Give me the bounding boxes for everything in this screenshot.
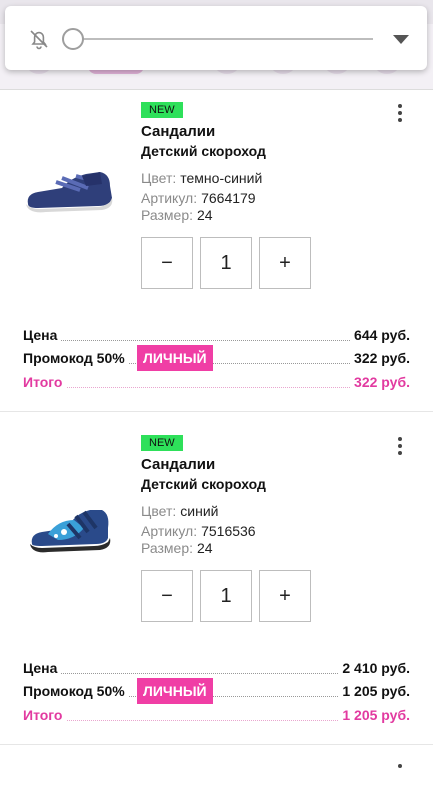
new-badge: NEW — [141, 102, 183, 118]
promo-label: Промокод 50% — [23, 350, 129, 366]
promo-row: Промокод 50% 1 205 руб. — [23, 683, 410, 701]
product-title[interactable]: Сандалии — [141, 123, 215, 140]
volume-overlay — [5, 6, 427, 70]
total-row: Итого 1 205 руб. — [23, 707, 410, 725]
chevron-down-icon[interactable] — [393, 35, 409, 44]
sku-value: 7516536 — [201, 523, 256, 539]
promo-value: 1 205 руб. — [338, 683, 410, 699]
product-size: Размер: 24 — [141, 207, 213, 223]
volume-slider-track[interactable] — [73, 38, 373, 40]
price-label: Цена — [23, 327, 62, 343]
product-color: Цвет: темно-синий — [141, 170, 262, 186]
promo-chip: ЛИЧНЫЙ — [137, 345, 213, 371]
quantity-decrease-button[interactable]: − — [141, 570, 193, 622]
product-image[interactable] — [18, 498, 123, 568]
promo-row: Промокод 50% 322 руб. — [23, 350, 410, 368]
size-value: 24 — [197, 207, 213, 223]
price-label: Цена — [23, 660, 62, 676]
item-divider — [0, 411, 433, 412]
color-value: синий — [180, 503, 219, 519]
total-value: 322 руб. — [350, 374, 410, 390]
product-size: Размер: 24 — [141, 540, 213, 556]
product-image[interactable] — [18, 160, 123, 230]
promo-label: Промокод 50% — [23, 683, 129, 699]
item-divider — [0, 744, 433, 745]
price-value: 644 руб. — [350, 327, 410, 343]
product-brand: Детский скороход — [141, 143, 266, 159]
more-vert-icon[interactable] — [393, 762, 407, 786]
color-value: темно-синий — [180, 170, 263, 186]
total-label: Итого — [23, 707, 67, 723]
promo-chip: ЛИЧНЫЙ — [137, 678, 213, 704]
bell-off-icon[interactable] — [27, 27, 51, 51]
product-title[interactable]: Сандалии — [141, 456, 215, 473]
price-row: Цена 644 руб. — [23, 327, 410, 345]
sku-label: Артикул: — [141, 523, 198, 539]
quantity-value[interactable]: 1 — [200, 237, 252, 289]
new-badge: NEW — [141, 435, 183, 451]
product-sku: Артикул: 7516536 — [141, 523, 256, 539]
price-value: 2 410 руб. — [338, 660, 410, 676]
volume-slider-thumb[interactable] — [62, 28, 84, 50]
total-row: Итого 322 руб. — [23, 374, 410, 392]
size-label: Размер: — [141, 207, 194, 223]
color-label: Цвет: — [141, 170, 177, 186]
product-sku: Артикул: 7664179 — [141, 190, 256, 206]
more-vert-icon[interactable] — [393, 102, 407, 126]
more-vert-icon[interactable] — [393, 435, 407, 459]
sku-value: 7664179 — [201, 190, 256, 206]
product-color: Цвет: синий — [141, 503, 218, 519]
size-label: Размер: — [141, 540, 194, 556]
quantity-value[interactable]: 1 — [200, 570, 252, 622]
promo-value: 322 руб. — [350, 350, 410, 366]
quantity-decrease-button[interactable]: − — [141, 237, 193, 289]
price-row: Цена 2 410 руб. — [23, 660, 410, 678]
product-brand: Детский скороход — [141, 476, 266, 492]
total-value: 1 205 руб. — [338, 707, 410, 723]
total-label: Итого — [23, 374, 67, 390]
quantity-increase-button[interactable]: + — [259, 570, 311, 622]
sku-label: Артикул: — [141, 190, 198, 206]
size-value: 24 — [197, 540, 213, 556]
color-label: Цвет: — [141, 503, 177, 519]
quantity-increase-button[interactable]: + — [259, 237, 311, 289]
